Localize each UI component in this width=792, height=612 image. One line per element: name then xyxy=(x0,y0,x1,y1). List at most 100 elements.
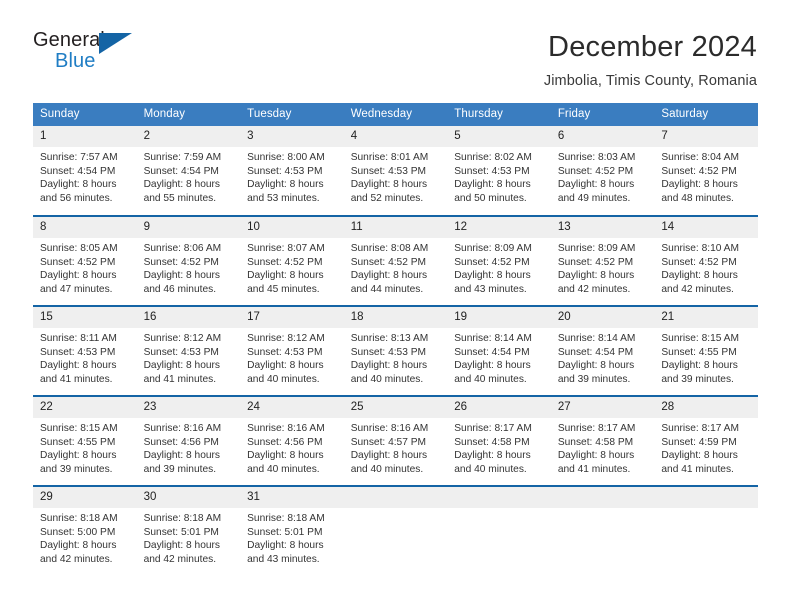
daylight-text-line1: Daylight: 8 hours xyxy=(40,270,117,282)
calendar-day-cell[interactable]: 20 Sunrise: 8:14 AM Sunset: 4:54 PM Dayligh… xyxy=(550,305,655,396)
calendar-day-cell[interactable]: 6 Sunrise: 8:03 AM Sunset: 4:52 PM Daylight… xyxy=(550,126,655,216)
sunrise-text: Sunrise: 8:01 AM xyxy=(350,152,429,163)
day-number xyxy=(343,487,448,508)
sunset-text: Sunset: 4:53 PM xyxy=(350,346,427,358)
calendar-day-cell[interactable]: 27 Sunrise: 8:17 AM Sunset: 4:58 PM Dayligh… xyxy=(550,395,655,486)
daylight-text-line1: Daylight: 8 hours xyxy=(454,450,531,462)
calendar-day-cell[interactable]: 13 Sunrise: 8:09 AM Sunset: 4:52 PM Dayligh… xyxy=(550,215,655,306)
calendar-day-cell[interactable]: 16 Sunrise: 8:12 AM Sunset: 4:53 PM Dayligh… xyxy=(136,305,241,396)
calendar-day-cell[interactable]: 29 Sunrise: 8:18 AM Sunset: 5:00 PM Dayligh… xyxy=(33,485,137,576)
sunrise-text: Sunrise: 8:16 AM xyxy=(247,423,325,434)
day-details: Sunrise: 8:01 AM Sunset: 4:53 PM Daylight:… xyxy=(344,147,448,205)
day-details: Sunrise: 8:10 AM Sunset: 4:52 PM Daylight:… xyxy=(654,238,758,296)
daylight-text-line2: and 42 minutes. xyxy=(40,553,113,565)
daylight-text-line2: and 40 minutes. xyxy=(247,373,320,385)
calendar-day-cell[interactable]: 14 Sunrise: 8:10 AM Sunset: 4:52 PM Dayligh… xyxy=(654,215,758,306)
daylight-text-line1: Daylight: 8 hours xyxy=(247,179,324,191)
calendar-day-cell[interactable]: 5 Sunrise: 8:02 AM Sunset: 4:53 PM Daylight… xyxy=(447,126,551,216)
calendar-day-cell[interactable]: 2 Sunrise: 7:59 AM Sunset: 4:54 PM Daylight… xyxy=(136,126,241,216)
daylight-text-line1: Daylight: 8 hours xyxy=(143,179,221,191)
triangle-icon xyxy=(99,33,132,54)
day-details: Sunrise: 8:11 AM Sunset: 4:53 PM Daylight:… xyxy=(33,328,137,386)
day-number: 19 xyxy=(447,307,551,328)
calendar-day-cell[interactable]: 23 Sunrise: 8:16 AM Sunset: 4:56 PM Dayligh… xyxy=(136,395,241,486)
calendar-day-cell[interactable]: 31 Sunrise: 8:18 AM Sunset: 5:01 PM Dayligh… xyxy=(240,485,344,576)
sunrise-text: Sunrise: 8:10 AM xyxy=(661,243,739,254)
calendar-day-cell[interactable]: 19 Sunrise: 8:14 AM Sunset: 4:54 PM Dayligh… xyxy=(447,305,551,396)
day-number: 24 xyxy=(240,397,344,418)
sunrise-text: Sunrise: 8:16 AM xyxy=(350,423,429,434)
day-details: Sunrise: 8:16 AM Sunset: 4:56 PM Daylight:… xyxy=(240,418,344,476)
sunset-text: Sunset: 4:55 PM xyxy=(40,436,116,448)
daylight-text-line2: and 43 minutes. xyxy=(247,553,320,565)
day-details: Sunrise: 8:06 AM Sunset: 4:52 PM Daylight:… xyxy=(137,238,241,296)
calendar-page: General Blue December 2024 Jimbolia, Tim… xyxy=(0,0,792,612)
daylight-text-line2: and 56 minutes. xyxy=(40,192,113,204)
sunrise-text: Sunrise: 8:11 AM xyxy=(40,333,117,344)
day-number: 20 xyxy=(550,307,655,328)
calendar-day-cell[interactable]: 18 Sunrise: 8:13 AM Sunset: 4:53 PM Dayligh… xyxy=(343,305,448,396)
general-blue-logo[interactable]: General Blue xyxy=(33,30,153,82)
day-number: 12 xyxy=(447,217,551,238)
calendar-day-cell[interactable]: 1 Sunrise: 7:57 AM Sunset: 4:54 PM Daylight… xyxy=(33,126,137,216)
calendar-day-cell[interactable]: 12 Sunrise: 8:09 AM Sunset: 4:52 PM Dayligh… xyxy=(447,215,551,306)
calendar-day-cell[interactable]: 9 Sunrise: 8:06 AM Sunset: 4:52 PM Daylight… xyxy=(136,215,241,306)
day-number: 21 xyxy=(654,307,758,328)
daylight-text-line1: Daylight: 8 hours xyxy=(40,360,117,372)
day-number: 3 xyxy=(240,126,344,147)
calendar-day-cell[interactable]: 30 Sunrise: 8:18 AM Sunset: 5:01 PM Dayligh… xyxy=(136,485,241,576)
weekday-header-friday: Friday xyxy=(550,103,655,126)
day-details: Sunrise: 8:17 AM Sunset: 4:59 PM Daylight:… xyxy=(654,418,758,476)
calendar-header-row: Sunday Monday Tuesday Wednesday Thursday Frid… xyxy=(33,103,758,126)
daylight-text-line2: and 52 minutes. xyxy=(350,192,424,204)
daylight-text-line1: Daylight: 8 hours xyxy=(247,450,324,462)
sunset-text: Sunset: 4:52 PM xyxy=(557,165,634,177)
day-number: 11 xyxy=(343,217,448,238)
sunset-text: Sunset: 4:52 PM xyxy=(557,256,634,268)
calendar-day-cell[interactable]: 8 Sunrise: 8:05 AM Sunset: 4:52 PM Daylight… xyxy=(33,215,137,306)
daylight-text-line1: Daylight: 8 hours xyxy=(40,540,117,552)
calendar-day-cell[interactable]: 4 Sunrise: 8:01 AM Sunset: 4:53 PM Daylight… xyxy=(343,126,448,216)
sunrise-text: Sunrise: 8:06 AM xyxy=(143,243,222,254)
daylight-text-line1: Daylight: 8 hours xyxy=(557,360,635,372)
day-number: 28 xyxy=(654,397,758,418)
daylight-text-line2: and 45 minutes. xyxy=(247,283,320,295)
day-number: 8 xyxy=(33,217,137,238)
calendar-day-cell[interactable]: 25 Sunrise: 8:16 AM Sunset: 4:57 PM Dayligh… xyxy=(343,395,448,486)
sunrise-text: Sunrise: 8:18 AM xyxy=(143,513,222,524)
day-number xyxy=(447,487,551,508)
calendar-day-cell-empty xyxy=(550,485,655,576)
logo-text-blue: Blue xyxy=(55,50,96,72)
day-details: Sunrise: 8:08 AM Sunset: 4:52 PM Daylight:… xyxy=(344,238,448,296)
sunset-text: Sunset: 4:52 PM xyxy=(350,256,427,268)
day-number: 13 xyxy=(550,217,655,238)
calendar-day-cell[interactable]: 15 Sunrise: 8:11 AM Sunset: 4:53 PM Dayligh… xyxy=(33,305,137,396)
daylight-text-line2: and 41 minutes. xyxy=(143,373,217,385)
sunrise-text: Sunrise: 7:57 AM xyxy=(40,152,118,163)
sunrise-text: Sunrise: 8:17 AM xyxy=(661,423,739,434)
calendar-day-cell[interactable]: 7 Sunrise: 8:04 AM Sunset: 4:52 PM Daylight… xyxy=(654,126,758,216)
calendar-day-cell[interactable]: 17 Sunrise: 8:12 AM Sunset: 4:53 PM Dayligh… xyxy=(240,305,344,396)
calendar-day-cell[interactable]: 28 Sunrise: 8:17 AM Sunset: 4:59 PM Dayligh… xyxy=(654,395,758,486)
sunrise-sunset-calendar: Sunday Monday Tuesday Wednesday Thursday Frid… xyxy=(33,103,758,576)
calendar-day-cell[interactable]: 22 Sunrise: 8:15 AM Sunset: 4:55 PM Dayligh… xyxy=(33,395,137,486)
sunrise-text: Sunrise: 8:05 AM xyxy=(40,243,118,254)
sunset-text: Sunset: 5:01 PM xyxy=(247,526,323,538)
sunset-text: Sunset: 4:53 PM xyxy=(350,165,427,177)
day-number: 22 xyxy=(33,397,137,418)
sunrise-text: Sunrise: 8:12 AM xyxy=(143,333,222,344)
daylight-text-line1: Daylight: 8 hours xyxy=(40,450,117,462)
daylight-text-line2: and 50 minutes. xyxy=(454,192,527,204)
calendar-day-cell[interactable]: 24 Sunrise: 8:16 AM Sunset: 4:56 PM Dayligh… xyxy=(240,395,344,486)
calendar-day-cell[interactable]: 26 Sunrise: 8:17 AM Sunset: 4:58 PM Dayligh… xyxy=(447,395,551,486)
calendar-day-cell[interactable]: 10 Sunrise: 8:07 AM Sunset: 4:52 PM Dayligh… xyxy=(240,215,344,306)
daylight-text-line1: Daylight: 8 hours xyxy=(350,270,428,282)
day-number: 16 xyxy=(136,307,241,328)
sunset-text: Sunset: 4:53 PM xyxy=(40,346,116,358)
day-details: Sunrise: 8:12 AM Sunset: 4:53 PM Daylight:… xyxy=(240,328,344,386)
calendar-day-cell[interactable]: 3 Sunrise: 8:00 AM Sunset: 4:53 PM Daylight… xyxy=(240,126,344,216)
calendar-day-cell[interactable]: 11 Sunrise: 8:08 AM Sunset: 4:52 PM Dayligh… xyxy=(343,215,448,306)
day-number: 14 xyxy=(654,217,758,238)
calendar-day-cell[interactable]: 21 Sunrise: 8:15 AM Sunset: 4:55 PM Dayligh… xyxy=(654,305,758,396)
day-details: Sunrise: 8:15 AM Sunset: 4:55 PM Daylight:… xyxy=(654,328,758,386)
